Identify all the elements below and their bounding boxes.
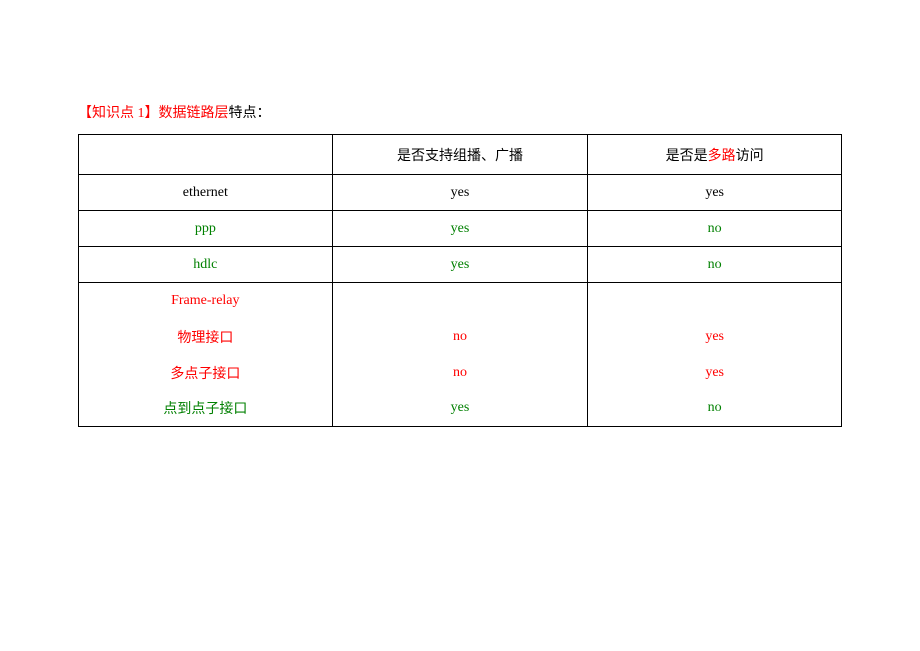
cell-ethernet-c2: yes — [332, 175, 588, 211]
cell-ppp-name: ppp — [79, 211, 333, 247]
cell-fr-name: Frame-relay — [79, 283, 333, 319]
cell-ethernet-c3: yes — [588, 175, 842, 211]
table-row: ethernet yes yes — [79, 175, 842, 211]
table-row: 点到点子接口 yes no — [79, 391, 842, 427]
cell-fr-p2p-c3: no — [588, 391, 842, 427]
data-link-layer-table: 是否支持组播、广播 是否是多路访问 ethernet yes yes ppp y… — [78, 134, 842, 427]
header-col2: 是否支持组播、广播 — [332, 135, 588, 175]
table-row: ppp yes no — [79, 211, 842, 247]
cell-hdlc-c3: no — [588, 247, 842, 283]
title-red-part: 数据链路层 — [159, 106, 229, 121]
table-row: 多点子接口 no yes — [79, 355, 842, 391]
table-header-row: 是否支持组播、广播 是否是多路访问 — [79, 135, 842, 175]
cell-ppp-c2: yes — [332, 211, 588, 247]
table-row: hdlc yes no — [79, 247, 842, 283]
header-col1 — [79, 135, 333, 175]
table-row: Frame-relay — [79, 283, 842, 319]
title-bracket-close: 】 — [145, 106, 159, 121]
cell-fr-phys-c2: no — [332, 319, 588, 355]
table-row: 物理接口 no yes — [79, 319, 842, 355]
cell-ppp-c3: no — [588, 211, 842, 247]
header-col3-red: 多路 — [708, 149, 736, 164]
cell-fr-multi-c2: no — [332, 355, 588, 391]
header-col3: 是否是多路访问 — [588, 135, 842, 175]
header-col3-after: 访问 — [736, 149, 764, 164]
title-label: 知识点 1 — [92, 106, 145, 121]
cell-fr-p2p-c2: yes — [332, 391, 588, 427]
cell-ethernet-name: ethernet — [79, 175, 333, 211]
cell-fr-phys-name: 物理接口 — [79, 319, 333, 355]
cell-hdlc-name: hdlc — [79, 247, 333, 283]
cell-fr-p2p-name: 点到点子接口 — [79, 391, 333, 427]
title-black-part: 特点： — [229, 106, 271, 121]
title-bracket-open: 【 — [78, 106, 92, 121]
cell-fr-multi-c3: yes — [588, 355, 842, 391]
header-col3-before: 是否是 — [666, 149, 708, 164]
cell-fr-c3 — [588, 283, 842, 319]
cell-hdlc-c2: yes — [332, 247, 588, 283]
section-title: 【知识点 1】数据链路层特点： — [78, 102, 842, 122]
cell-fr-c2 — [332, 283, 588, 319]
cell-fr-multi-name: 多点子接口 — [79, 355, 333, 391]
cell-fr-phys-c3: yes — [588, 319, 842, 355]
